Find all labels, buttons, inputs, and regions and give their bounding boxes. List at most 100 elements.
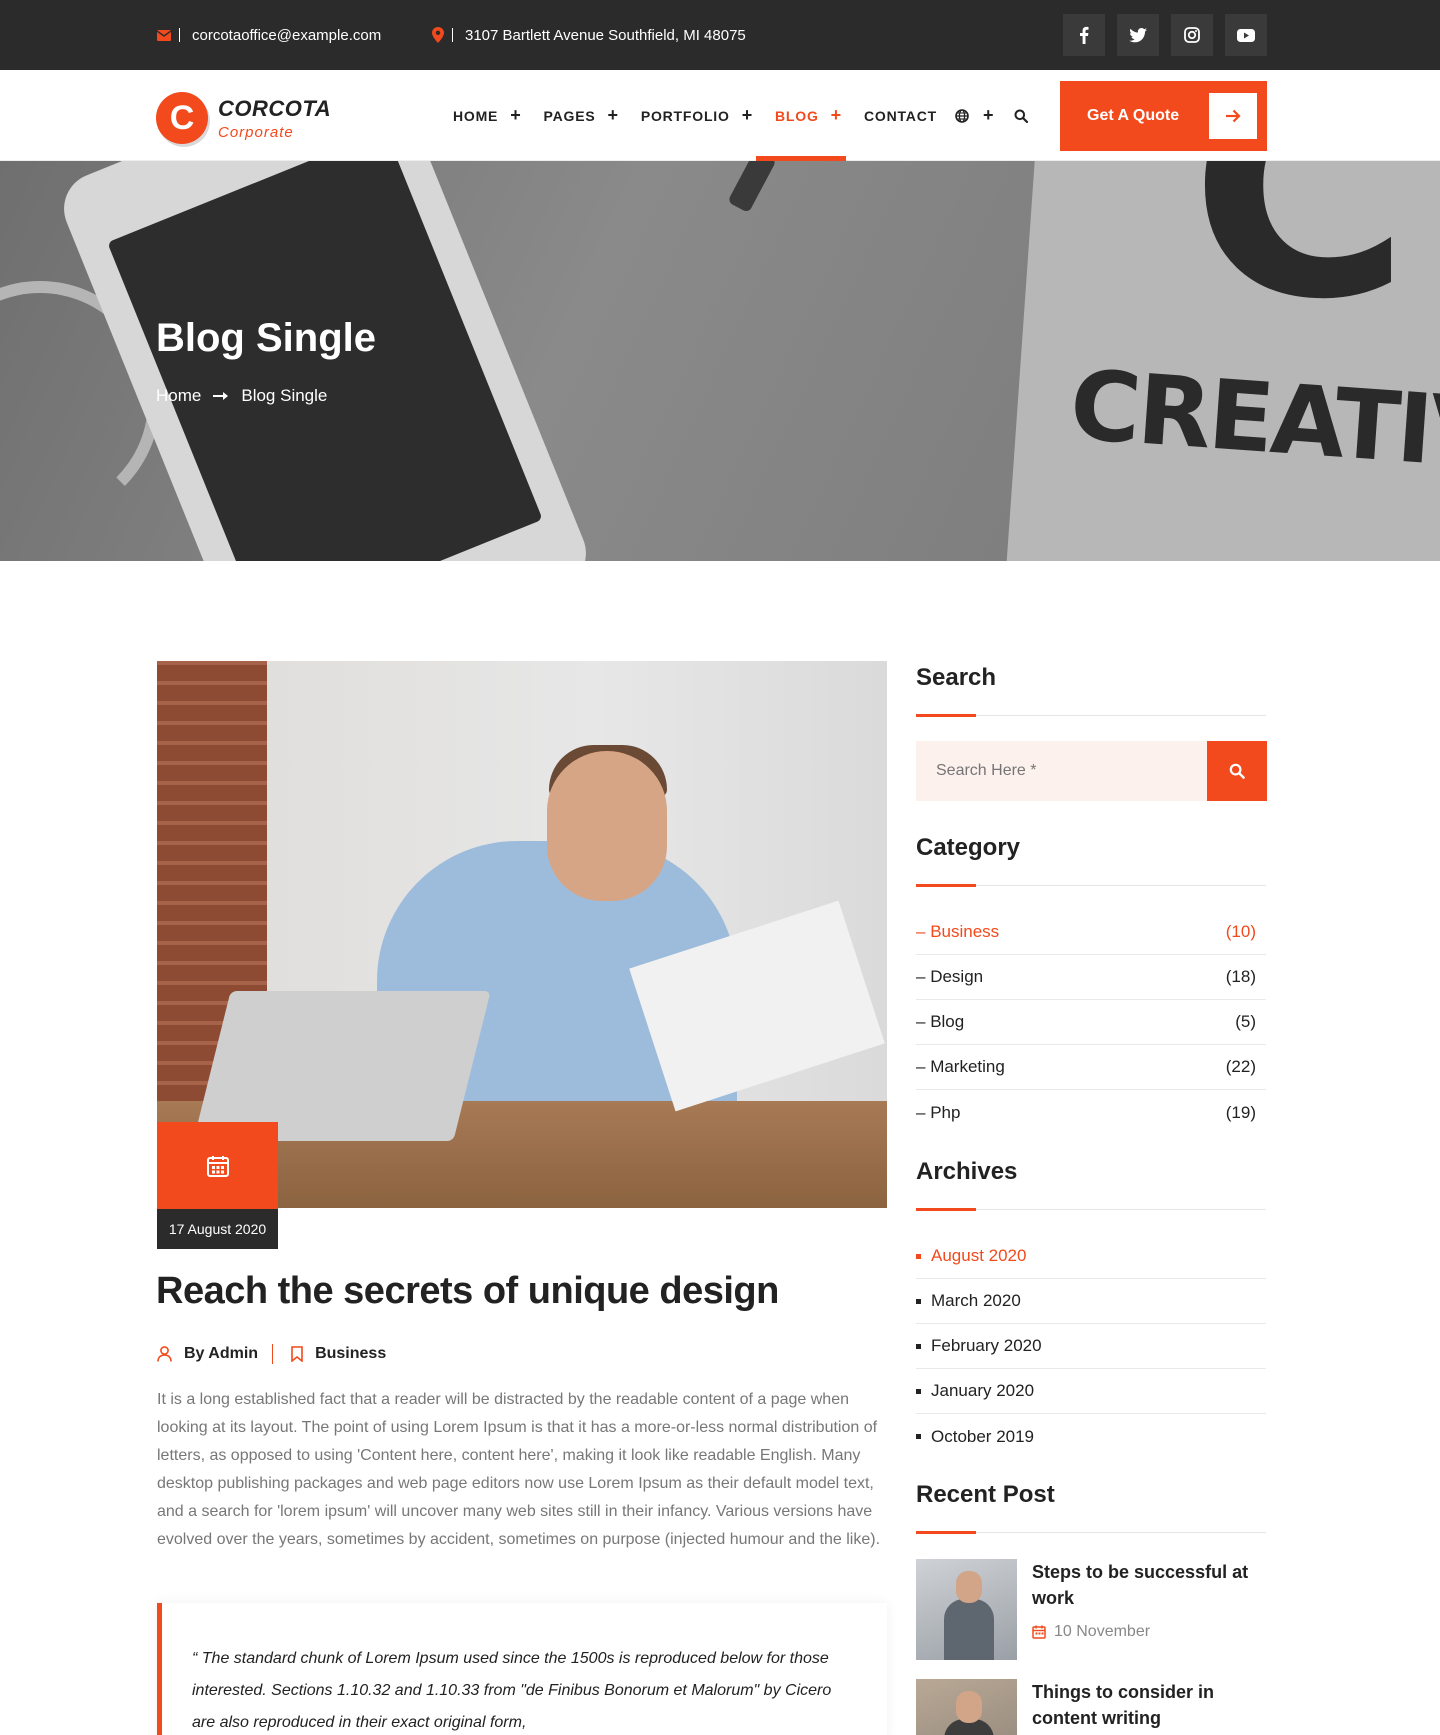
recent-post-date-row: 10 November (1032, 1623, 1266, 1641)
category-list: Business (10) Design (18) Blog (5) Marketin… (916, 910, 1266, 1135)
recent-post-date: 10 November (1054, 1623, 1151, 1640)
post-date-badge (157, 1122, 278, 1209)
category-item[interactable]: Blog (5) (916, 1000, 1266, 1045)
main-nav: HOME + PAGES + PORTFOLIO + BLOG + CONTACT (453, 70, 959, 161)
sidebar-divider (916, 884, 1266, 887)
nav-item-pages[interactable]: PAGES + (544, 70, 619, 161)
logo-name: CORCOTA (218, 95, 332, 121)
recent-post-title: Steps to be successful at work (1032, 1562, 1249, 1608)
divider (272, 1344, 274, 1364)
breadcrumb: Home Blog Single (156, 386, 327, 406)
category-item[interactable]: Marketing (22) (916, 1045, 1266, 1090)
thumb-body (944, 1599, 994, 1660)
divider (179, 28, 180, 42)
address-text: 3107 Bartlett Avenue Southfield, MI 4807… (465, 26, 746, 44)
thumb-head (956, 1691, 982, 1723)
archive-item[interactable]: October 2019 (916, 1414, 1266, 1459)
post-title: Reach the secrets of unique design (156, 1270, 779, 1312)
category-name: Php (916, 1103, 960, 1123)
quote-label: Get A Quote (1087, 107, 1180, 124)
logo-mark: C (156, 92, 208, 144)
archive-item[interactable]: August 2020 (916, 1234, 1266, 1279)
map-pin-icon (432, 27, 444, 43)
search-input[interactable] (916, 741, 1207, 801)
category-count: (5) (1235, 1012, 1256, 1031)
category-count: (22) (1225, 1057, 1256, 1076)
recent-post-thumbnail (916, 1679, 1017, 1735)
search-button[interactable] (1207, 741, 1267, 801)
category-count: (18) (1225, 967, 1256, 986)
sidebar-divider (916, 1208, 1266, 1211)
sidebar-divider (916, 1531, 1266, 1534)
facebook-icon[interactable] (1063, 14, 1105, 56)
nav-item-blog[interactable]: BLOG + (756, 70, 846, 161)
arrow-right-icon (1209, 93, 1257, 139)
nav-label: PORTFOLIO (640, 107, 730, 124)
instagram-icon[interactable] (1171, 14, 1213, 56)
page-title: Blog Single (156, 316, 376, 360)
recent-post-item[interactable]: Things to consider in content writing (916, 1679, 1266, 1735)
nav-item-home[interactable]: HOME + (453, 70, 522, 161)
image-laptop (193, 991, 491, 1141)
category-name: Marketing (916, 1057, 1005, 1077)
plus-icon: + (607, 105, 619, 125)
sidebar-recent-title: Recent Post (916, 1481, 1055, 1508)
logo-tagline: Corporate (218, 123, 294, 141)
hero-letter-decoration: C (1190, 161, 1411, 365)
breadcrumb-current: Blog Single (241, 386, 328, 405)
plus-icon: + (741, 105, 753, 125)
sidebar-search-title: Search (916, 664, 997, 691)
category-name: Business (916, 922, 999, 942)
sidebar-category-title: Category (916, 834, 1021, 861)
sidebar-archives-title: Archives (916, 1158, 1018, 1185)
get-quote-button[interactable]: Get A Quote (1060, 81, 1267, 151)
category-name: Blog (916, 1012, 964, 1032)
post-author[interactable]: By Admin (184, 1345, 258, 1363)
social-links (1063, 14, 1267, 56)
archive-item[interactable]: February 2020 (916, 1324, 1266, 1369)
divider (452, 28, 453, 42)
twitter-icon[interactable] (1117, 14, 1159, 56)
nav-label: CONTACT (863, 107, 937, 124)
sidebar-search (916, 741, 1267, 801)
archive-item[interactable]: January 2020 (916, 1369, 1266, 1414)
calendar-icon (206, 1155, 229, 1177)
archive-item[interactable]: March 2020 (916, 1279, 1266, 1324)
main-header: C CORCOTA Corporate HOME + PAGES + PORTFOL… (0, 70, 1440, 161)
plus-icon: + (830, 105, 842, 125)
image-head (547, 751, 667, 901)
recent-post-thumbnail (916, 1559, 1017, 1660)
plus-icon: + (510, 105, 522, 125)
post-meta: By Admin Business (157, 1344, 386, 1364)
nav-tools: + (955, 70, 1028, 161)
language-plus-icon[interactable]: + (983, 105, 994, 126)
arrow-right-icon (213, 386, 229, 406)
category-count: (19) (1225, 1102, 1256, 1122)
logo-text: CORCOTA Corporate (218, 96, 331, 141)
top-bar: corcotaoffice@example.com 3107 Bartlett … (0, 0, 1440, 70)
globe-icon[interactable] (955, 108, 969, 123)
calendar-icon (1032, 1625, 1046, 1639)
nav-item-portfolio[interactable]: PORTFOLIO + (641, 70, 753, 161)
nav-label: PAGES (543, 107, 596, 124)
category-item[interactable]: Business (10) (916, 910, 1266, 955)
youtube-icon[interactable] (1225, 14, 1267, 56)
recent-post-info: Things to consider in content writing (1032, 1679, 1266, 1735)
top-email[interactable]: corcotaoffice@example.com (157, 0, 381, 70)
search-icon[interactable] (1014, 109, 1028, 123)
search-icon (1229, 763, 1245, 779)
category-item[interactable]: Design (18) (916, 955, 1266, 1000)
recent-post-info: Steps to be successful at work 10 Novemb… (1032, 1559, 1266, 1660)
thumb-head (956, 1571, 982, 1603)
breadcrumb-home[interactable]: Home (156, 386, 201, 406)
category-item[interactable]: Php (19) (916, 1090, 1266, 1135)
post-category[interactable]: Business (315, 1345, 386, 1363)
envelope-icon (157, 29, 171, 41)
site-logo[interactable]: C CORCOTA Corporate (156, 92, 331, 144)
post-date: 17 August 2020 (157, 1209, 278, 1249)
category-name: Design (916, 967, 983, 987)
recent-post-title: Things to consider in content writing (1032, 1682, 1215, 1728)
nav-item-contact[interactable]: CONTACT (864, 70, 937, 161)
user-icon (157, 1346, 172, 1362)
recent-post-item[interactable]: Steps to be successful at work 10 Novemb… (916, 1559, 1266, 1660)
